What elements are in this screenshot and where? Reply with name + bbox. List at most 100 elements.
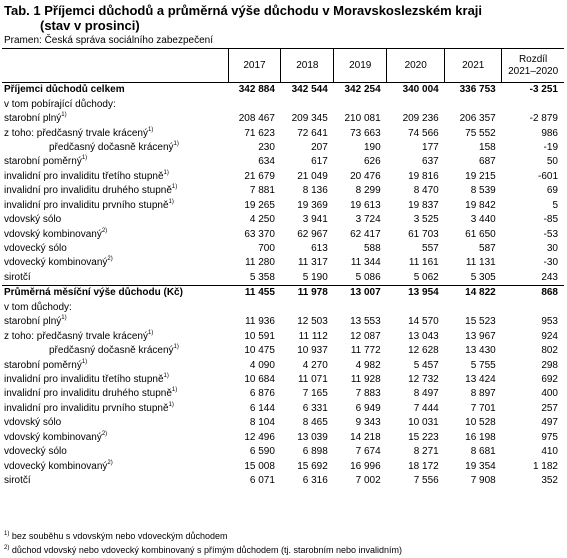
value-cell: 3 525: [413, 214, 439, 226]
value-cell: 12 732: [408, 373, 439, 385]
footnote-ref: 1): [168, 198, 174, 205]
value-cell: 700: [258, 243, 275, 255]
header-year: 2019: [333, 48, 387, 83]
value-cell: 10 684: [244, 373, 275, 385]
difference-cell: 30: [546, 243, 558, 255]
value-cell: 16 996: [350, 460, 381, 472]
value-cell: [445, 97, 502, 111]
value-cell: 8 539: [470, 185, 496, 197]
value-cell: 19 816: [408, 170, 439, 182]
value-cell: 11 344: [350, 257, 381, 269]
table-row: předčasný dočasně krácený1) 10 475 10 937 1…: [2, 344, 564, 358]
value-cell: 209 236: [402, 113, 439, 125]
value-cell: 7 002: [355, 475, 381, 487]
footnote-ref: 1): [171, 184, 178, 191]
table-row: invalidní pro invaliditu druhého stupně1…: [2, 387, 564, 401]
difference-cell: 1 182: [532, 460, 558, 472]
row-label: vdovský kombinovaný2): [2, 431, 228, 445]
footnote-ref: 1): [173, 344, 179, 351]
difference-cell: 352: [541, 475, 558, 487]
value-cell: 626: [363, 156, 381, 168]
value-cell: 5 358: [249, 271, 275, 283]
row-label-text: invalidní pro invaliditu druhého stupně: [4, 185, 172, 197]
row-label: invalidní pro invaliditu druhého stupně1…: [2, 184, 228, 198]
difference-cell: 243: [541, 271, 558, 283]
table-row: vdovský sólo 4 250 3 941 3 724 3 525 3 440 -85: [2, 213, 564, 227]
row-label: invalidní pro invaliditu prvního stupně1…: [2, 199, 228, 213]
value-cell: 20 476: [350, 170, 381, 182]
difference-cell: [502, 97, 564, 111]
footnote-ref: 1): [81, 155, 88, 162]
table-row: invalidní pro invaliditu prvního stupně1…: [2, 402, 564, 416]
value-cell: 6 898: [302, 446, 328, 458]
difference-cell: 692: [541, 373, 558, 385]
value-cell: 11 161: [408, 257, 439, 269]
value-cell: 8 104: [249, 417, 275, 429]
value-cell: 11 071: [297, 373, 328, 385]
header-year: 2021: [444, 48, 502, 83]
value-cell: 12 628: [408, 345, 439, 357]
difference-cell: -2 879: [529, 113, 558, 125]
row-label-text: sirotčí: [4, 475, 31, 487]
row-label-text: Průměrná měsíční výše důchodu (Kč): [4, 287, 183, 299]
difference-cell: -53: [543, 228, 558, 240]
value-cell: 4 982: [355, 359, 381, 371]
row-label-text: v tom pobírající důchody:: [4, 98, 116, 110]
footnote-ref: 1): [163, 372, 169, 379]
row-label-text: invalidní pro invaliditu druhého stupně: [4, 388, 172, 400]
value-cell: 13 043: [408, 330, 439, 342]
value-cell: 11 112: [298, 330, 328, 342]
difference-cell: 400: [541, 388, 558, 400]
row-label-text: z toho: předčasný trvale krácený: [4, 330, 148, 342]
table-row: vdovecký kombinovaný2) 11 280 11 317 11 344…: [2, 256, 564, 270]
table-row: sirotčí 5 358 5 190 5 086 5 062 5 305 243: [2, 271, 564, 286]
value-cell: 190: [363, 141, 381, 153]
table-row: starobní plný1) 208 467 209 345 210 081 209 …: [2, 112, 564, 126]
value-cell: 75 552: [465, 127, 496, 139]
value-cell: 6 144: [249, 402, 275, 414]
value-cell: [387, 97, 445, 111]
value-cell: 10 528: [465, 417, 496, 429]
value-cell: 6 949: [355, 402, 381, 414]
row-label: invalidní pro invaliditu třetího stupně1…: [2, 170, 228, 184]
value-cell: 3 724: [355, 214, 381, 226]
value-cell: 13 954: [386, 285, 445, 301]
row-label: invalidní pro invaliditu druhého stupně1…: [2, 387, 228, 401]
row-label: z toho: předčasný trvale krácený1): [2, 126, 228, 140]
value-cell: 11 317: [297, 257, 328, 269]
value-cell: 7 674: [355, 446, 381, 458]
row-label: vdovecký kombinovaný2): [2, 256, 228, 270]
value-cell: 8 465: [302, 417, 328, 429]
difference-cell: 924: [541, 330, 558, 342]
table-row: invalidní pro invaliditu druhého stupně1…: [2, 184, 564, 198]
value-cell: 637: [422, 156, 439, 168]
value-cell: 11 455: [228, 285, 281, 301]
footnote-ref: 1): [171, 387, 178, 394]
row-label: starobní poměrný1): [2, 155, 228, 169]
value-cell: 8 136: [302, 185, 328, 197]
header-difference-label: Rozdíl: [518, 53, 548, 65]
footnote-ref: 2): [107, 256, 113, 263]
title-line-2: (stav v prosinci): [40, 18, 140, 33]
difference-cell: 975: [541, 431, 558, 443]
row-label-text: starobní poměrný: [4, 156, 82, 168]
value-cell: 687: [479, 156, 496, 168]
footnote-text: bez souběhu s vdovským nebo vdoveckým dů…: [11, 531, 228, 541]
value-cell: [387, 301, 445, 315]
value-cell: [281, 301, 334, 315]
value-cell: 63 370: [244, 228, 275, 240]
difference-cell: -85: [543, 214, 558, 226]
source-note: Pramen: Česká správa sociálního zabezpeč…: [4, 35, 214, 46]
row-label-text: invalidní pro invaliditu prvního stupně: [4, 402, 169, 414]
value-cell: 7 908: [470, 475, 496, 487]
table-title: Tab. 1 Příjemci důchodů a průměrná výše …: [4, 3, 482, 33]
value-cell: 7 881: [249, 185, 275, 197]
table-row: v tom pobírající důchody:: [2, 97, 564, 111]
row-label-text: starobní plný: [4, 113, 62, 125]
footnote-mark: 1): [4, 531, 10, 537]
value-cell: 340 004: [402, 84, 439, 96]
row-label: starobní poměrný1): [2, 358, 228, 372]
value-cell: 71 623: [244, 127, 275, 139]
value-cell: 15 223: [408, 431, 439, 443]
row-label: vdovecký kombinovaný2): [2, 459, 228, 473]
